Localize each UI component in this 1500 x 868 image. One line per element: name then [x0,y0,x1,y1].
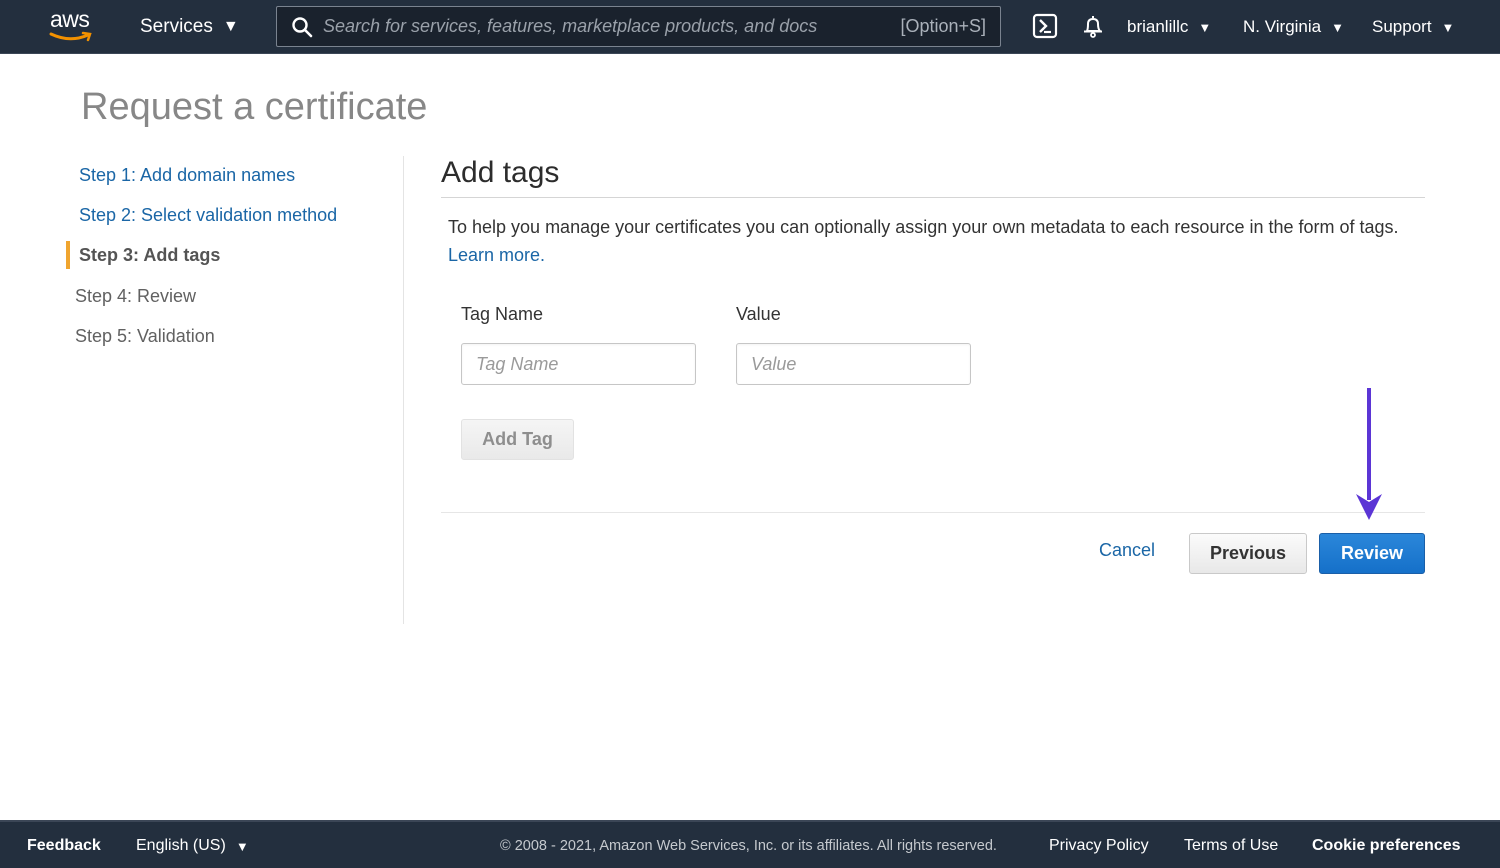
annotation-arrow-icon [1356,388,1382,520]
chevron-down-icon: ▼ [222,18,239,35]
cloudshell-icon[interactable] [1032,13,1058,39]
account-label: brianlillc [1127,17,1189,36]
chevron-down-icon: ▼ [1441,19,1455,35]
tag-name-label: Tag Name [461,304,544,324]
services-label: Services [140,16,213,37]
review-button[interactable]: Review [1319,533,1425,574]
tag-name-input[interactable] [461,343,696,385]
page-title: Request a certificate [81,86,428,128]
step-review: Step 4: Review [75,286,197,306]
search-bar[interactable]: [Option+S] [276,6,1001,47]
services-menu[interactable]: Services ▼ [140,0,239,54]
learn-more-link[interactable]: Learn more. [448,245,545,265]
terms-of-use-link[interactable]: Terms of Use [1184,822,1278,868]
search-icon [292,16,313,37]
divider [441,512,1425,513]
step-select-validation-method[interactable]: Step 2: Select validation method [66,201,337,229]
account-menu[interactable]: brianlillc ▼ [1127,0,1211,54]
top-navigation-bar: aws Services ▼ [Option+S] brianlillc ▼ N… [0,0,1500,54]
feedback-link[interactable]: Feedback [27,822,101,868]
tag-value-input[interactable] [736,343,971,385]
footer: Feedback English (US) ▼ © 2008 - 2021, A… [0,820,1500,868]
aws-logo[interactable]: aws [48,6,98,44]
region-menu[interactable]: N. Virginia ▼ [1243,0,1344,54]
support-menu[interactable]: Support ▼ [1372,0,1454,54]
main-content: Add tags To help you manage your certifi… [441,156,1425,574]
step-add-tags: Step 3: Add tags [66,241,220,269]
privacy-policy-link[interactable]: Privacy Policy [1049,822,1149,868]
language-selector[interactable]: English (US) ▼ [136,822,249,868]
aws-smile-icon [49,31,92,42]
chevron-down-icon: ▼ [1198,19,1212,35]
add-tag-button[interactable]: Add Tag [461,419,574,460]
support-label: Support [1372,17,1432,36]
region-label: N. Virginia [1243,17,1322,36]
language-label: English (US) [136,837,226,854]
copyright-text: © 2008 - 2021, Amazon Web Services, Inc.… [500,838,997,854]
value-label: Value [736,304,781,324]
bell-icon[interactable] [1080,13,1106,39]
chevron-down-icon: ▼ [1331,19,1344,35]
cookie-preferences-link[interactable]: Cookie preferences [1312,822,1461,868]
step-add-domain-names[interactable]: Step 1: Add domain names [66,161,295,189]
section-title: Add tags [441,156,1425,198]
aws-logo-text: aws [50,6,90,32]
description: To help you manage your certificates you… [441,213,1416,269]
search-input[interactable] [323,16,901,37]
step-validation: Step 5: Validation [75,326,215,346]
description-text: To help you manage your certificates you… [448,217,1399,237]
cancel-link[interactable]: Cancel [1099,540,1155,561]
previous-button[interactable]: Previous [1189,533,1307,574]
search-shortcut-hint: [Option+S] [900,16,986,36]
chevron-down-icon: ▼ [235,838,249,854]
wizard-steps-nav: Step 1: Add domain names Step 2: Select … [66,156,404,624]
